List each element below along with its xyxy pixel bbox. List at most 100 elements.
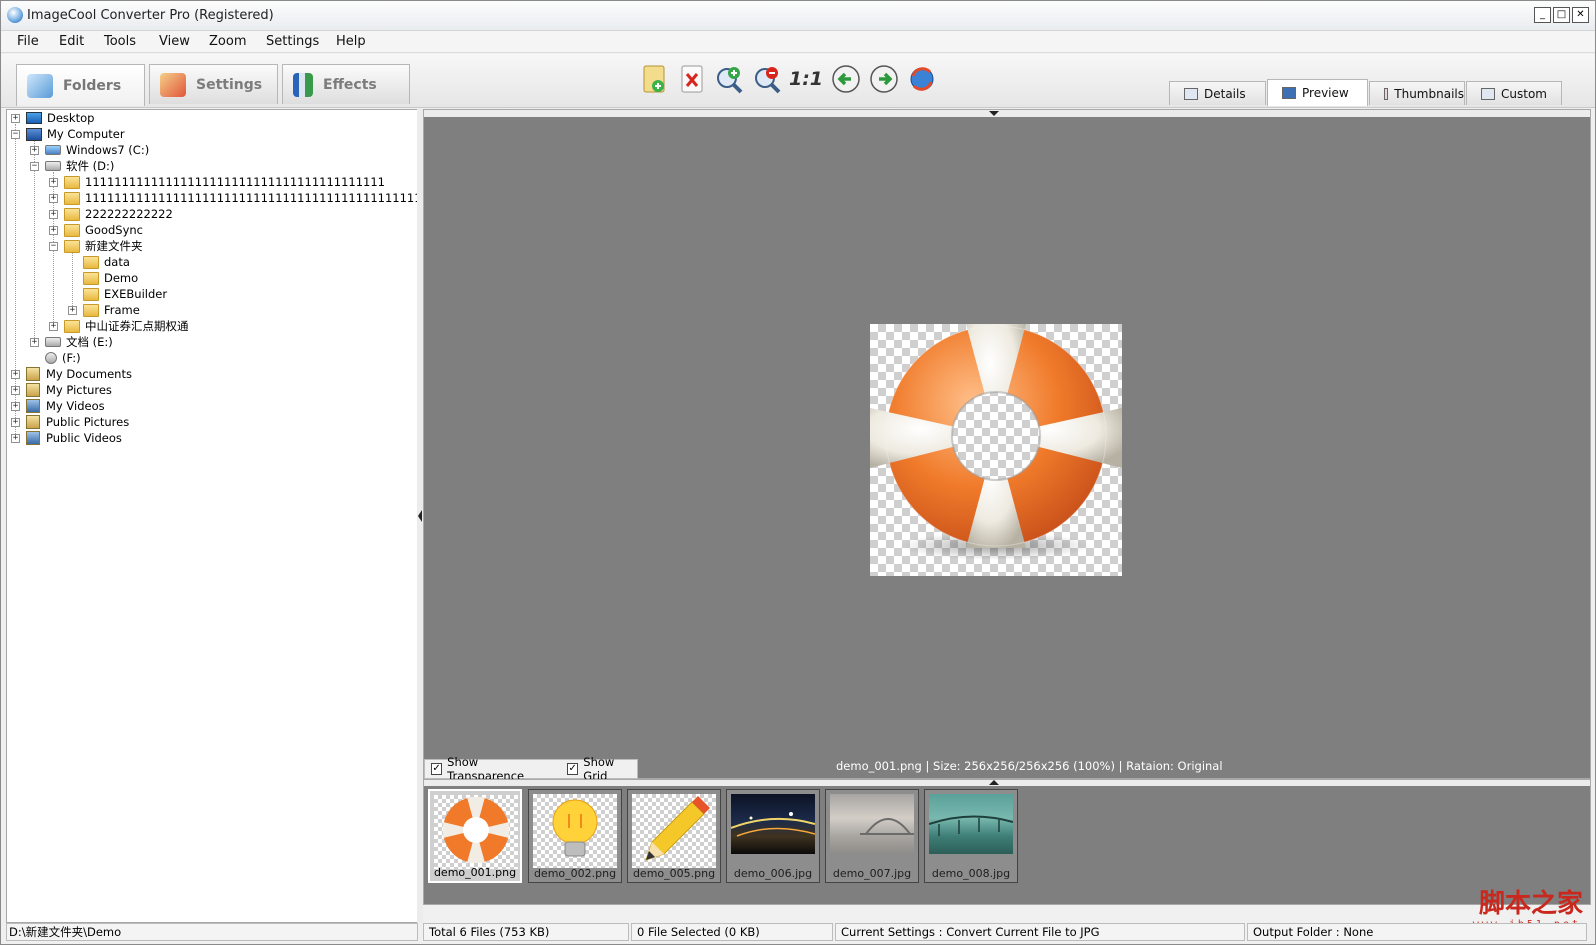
- tab-folders[interactable]: Folders: [16, 64, 145, 106]
- tree-item-folder[interactable]: + 11111111111111111111111111111111111111…: [49, 190, 418, 206]
- tree-label: 文档 (E:): [66, 335, 113, 349]
- expand-icon[interactable]: +: [49, 225, 58, 235]
- menu-zoom[interactable]: Zoom: [209, 34, 246, 49]
- tree-item-desktop[interactable]: + Desktop: [11, 110, 94, 126]
- next-button[interactable]: [867, 62, 901, 96]
- lifebuoy-icon: [870, 324, 1122, 560]
- expand-icon[interactable]: +: [30, 337, 39, 347]
- convert-icon: [910, 67, 934, 91]
- toolbar-area: Folders Settings Effects 1:1 Details Pre…: [1, 54, 1595, 108]
- tab-settings[interactable]: Settings: [149, 64, 278, 104]
- thumbnail-item[interactable]: demo_005.png: [627, 789, 721, 883]
- thumbnail-item[interactable]: demo_008.jpg: [924, 789, 1018, 883]
- tab-effects-label: Effects: [323, 76, 377, 93]
- title-bar[interactable]: ImageCool Converter Pro (Registered) _ □…: [1, 1, 1595, 31]
- collapse-up-icon[interactable]: [988, 110, 1000, 117]
- thumbnail-item[interactable]: demo_007.jpg: [825, 789, 919, 883]
- folder-icon: [64, 191, 80, 205]
- previous-button[interactable]: [829, 62, 863, 96]
- thumbnail-label: demo_002.png: [533, 867, 617, 880]
- actual-size-button[interactable]: 1:1: [789, 62, 823, 96]
- zoom-in-button[interactable]: [713, 62, 747, 96]
- tree-item-drive-e[interactable]: + 文档 (E:): [30, 334, 113, 350]
- tree-label: 1111111111111111111111111111111111111111…: [85, 191, 418, 205]
- thumbnail-item[interactable]: demo_006.jpg: [726, 789, 820, 883]
- preview-options-bar: ✓ Show Transparence ✓ Show Grid: [424, 755, 638, 783]
- foggy-bridge-photo: [860, 818, 914, 835]
- view-tab-thumbnails[interactable]: Thumbnails: [1369, 81, 1465, 105]
- menu-view[interactable]: View: [159, 34, 190, 49]
- collapse-icon[interactable]: −: [11, 129, 20, 139]
- videos-icon: [26, 431, 40, 445]
- tree-item-folder[interactable]: + 中山证券汇点期权通: [49, 318, 189, 334]
- view-tab-preview[interactable]: Preview: [1267, 79, 1368, 106]
- view-tab-details[interactable]: Details: [1169, 81, 1266, 105]
- maximize-button[interactable]: □: [1553, 7, 1570, 23]
- collapse-icon[interactable]: −: [30, 161, 39, 171]
- expand-icon[interactable]: +: [11, 417, 20, 427]
- tree-item-my-documents[interactable]: + My Documents: [11, 366, 132, 382]
- expand-icon[interactable]: +: [11, 401, 20, 411]
- tree-label: Desktop: [47, 111, 95, 125]
- tree-label: My Computer: [47, 127, 125, 141]
- expand-icon[interactable]: +: [11, 433, 20, 443]
- watermark-logo: 脚本之家: [1478, 889, 1583, 919]
- expand-icon[interactable]: +: [49, 177, 58, 187]
- folder-icon: [64, 207, 80, 221]
- thumbnail-image: [830, 794, 914, 854]
- preview-top-strip[interactable]: [424, 110, 1590, 117]
- tree-item-folder-selected[interactable]: Demo: [68, 270, 138, 286]
- preview-image[interactable]: [870, 324, 1122, 576]
- tree-item-folder[interactable]: data: [68, 254, 130, 270]
- tree-item-my-videos[interactable]: + My Videos: [11, 398, 105, 414]
- view-tab-custom[interactable]: Custom: [1466, 81, 1562, 105]
- expand-icon[interactable]: +: [49, 321, 58, 331]
- collapse-up-icon[interactable]: [988, 780, 1000, 786]
- delete-button[interactable]: [675, 62, 709, 96]
- folder-tree[interactable]: + Desktop − My Computer + Windows7 (C:) …: [6, 109, 418, 923]
- menu-file[interactable]: File: [17, 34, 39, 49]
- tree-item-folder[interactable]: + 222222222222: [49, 206, 173, 222]
- collapse-icon[interactable]: −: [49, 241, 58, 251]
- tree-label: My Pictures: [46, 383, 112, 397]
- tree-item-folder[interactable]: + 11111111111111111111111111111111111111…: [49, 174, 385, 190]
- selected-files-status: 0 File Selected (0 KB): [631, 923, 833, 941]
- tree-item-public-videos[interactable]: + Public Videos: [11, 430, 122, 446]
- tree-item-folder[interactable]: − 新建文件夹: [49, 238, 143, 254]
- add-file-button[interactable]: [637, 62, 671, 96]
- tree-item-my-pictures[interactable]: + My Pictures: [11, 382, 112, 398]
- zoom-out-button[interactable]: [751, 62, 785, 96]
- tree-item-folder[interactable]: + GoodSync: [49, 222, 143, 238]
- menu-edit[interactable]: Edit: [59, 34, 84, 49]
- tab-effects[interactable]: Effects: [282, 64, 410, 104]
- details-icon: [1184, 87, 1198, 100]
- expand-icon[interactable]: +: [49, 193, 58, 203]
- tree-item-folder[interactable]: EXEBuilder: [68, 286, 167, 302]
- minimize-button[interactable]: _: [1534, 7, 1551, 23]
- menu-settings[interactable]: Settings: [266, 34, 319, 49]
- tree-item-drive-f[interactable]: (F:): [30, 350, 81, 366]
- menu-help[interactable]: Help: [336, 34, 366, 49]
- thumbnail-item[interactable]: demo_002.png: [528, 789, 622, 883]
- expand-icon[interactable]: +: [11, 385, 20, 395]
- tree-item-drive-d[interactable]: − 软件 (D:): [30, 158, 114, 174]
- thumb-strip-splitter[interactable]: [424, 780, 1590, 786]
- tree-item-folder[interactable]: + Frame: [68, 302, 140, 318]
- thumbnail-item[interactable]: demo_001.png: [428, 789, 522, 883]
- tree-item-public-pictures[interactable]: + Public Pictures: [11, 414, 129, 430]
- custom-icon: [1481, 87, 1495, 100]
- show-transparence-checkbox[interactable]: ✓: [431, 763, 443, 775]
- expand-icon[interactable]: +: [49, 209, 58, 219]
- convert-button[interactable]: [905, 62, 939, 96]
- expand-icon[interactable]: +: [68, 305, 77, 315]
- expand-icon[interactable]: +: [11, 113, 20, 123]
- close-button[interactable]: ✕: [1572, 7, 1589, 23]
- view-tab-details-label: Details: [1204, 86, 1246, 101]
- show-grid-checkbox[interactable]: ✓: [567, 763, 579, 775]
- expand-icon[interactable]: +: [11, 369, 20, 379]
- menu-tools[interactable]: Tools: [104, 34, 136, 49]
- tree-item-my-computer[interactable]: − My Computer: [11, 126, 125, 142]
- zoom-out-icon: [755, 67, 781, 94]
- expand-icon[interactable]: +: [30, 145, 39, 155]
- tree-item-drive-c[interactable]: + Windows7 (C:): [30, 142, 149, 158]
